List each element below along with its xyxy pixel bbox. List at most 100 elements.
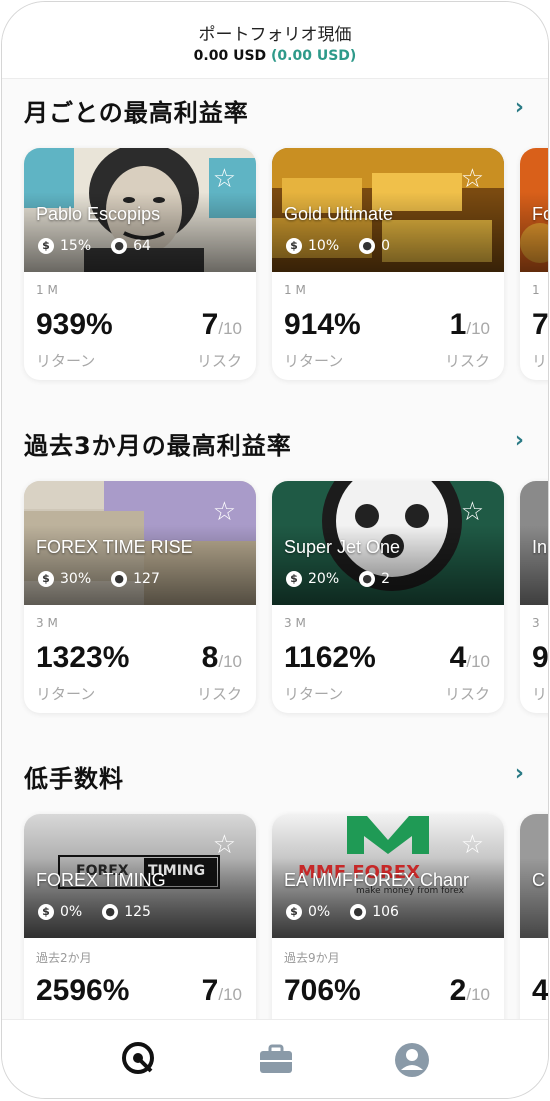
strategy-name: Gold Ultimate	[284, 204, 394, 224]
section-low-fee: 低手数料 › FOREX TIMING ☆ FOREX TIMING $ 0% …	[2, 745, 548, 1020]
fee-percent: 0%	[308, 904, 331, 920]
portfolio-title: ポートフォリオ現価	[198, 25, 352, 45]
strategy-card[interactable]: FOREX TIMING ☆ FOREX TIMING $ 0% ● 125 過…	[24, 814, 256, 1020]
strategy-meta: $ 15% ● 64	[38, 238, 151, 254]
strategy-card[interactable]: ☆ Super Jet One $ 20% ● 2 3 M 1162% リターン…	[272, 481, 504, 713]
strategy-card[interactable]: ☆ Gold Ultimate $ 10% ● 0 1 M 914% リターン …	[272, 148, 504, 380]
strategy-card[interactable]: ☆ FOREX TIME RISE $ 30% ● 127 3 M 1323% …	[24, 481, 256, 713]
strategy-name: Pablo Escopips	[36, 204, 161, 224]
star-outline-icon[interactable]: ☆	[461, 499, 484, 525]
fee-percent: 10%	[308, 238, 340, 254]
return-label: リターン	[284, 685, 344, 703]
user-icon: ●	[111, 238, 128, 254]
strategy-card[interactable]: ☆ Pablo Escopips $ 15% ● 64 1 M 939% リター…	[24, 148, 256, 380]
strategy-card[interactable]: In 3 9 リ	[520, 481, 548, 713]
app-frame: ポートフォリオ現価 0.00 USD (0.00 USD) 月ごとの最高利益率 …	[1, 1, 549, 1099]
return-value: 9	[532, 641, 548, 674]
user-icon: ●	[111, 571, 128, 587]
return-value: 939%	[36, 308, 113, 341]
follower-count: 127	[133, 571, 160, 587]
period-label: 3 M	[36, 616, 58, 630]
period-label: 3 M	[284, 616, 306, 630]
chevron-right-icon[interactable]: ›	[515, 761, 524, 786]
risk-value: 2/10	[449, 974, 490, 1007]
star-outline-icon[interactable]: ☆	[213, 166, 236, 192]
return-value: 706%	[284, 974, 361, 1007]
chevron-right-icon[interactable]: ›	[515, 95, 524, 120]
period-label: 過去9か月	[284, 951, 340, 965]
period-label: 3	[532, 616, 540, 630]
return-value: 1323%	[36, 641, 130, 674]
bottom-navigation	[2, 1019, 548, 1098]
risk-value: 7/10	[201, 308, 242, 341]
fee-percent: 0%	[60, 904, 83, 920]
star-outline-icon[interactable]: ☆	[213, 832, 236, 858]
strategy-list: 月ごとの最高利益率 › ☆ Pablo Escopips $ 15% ● 64 …	[2, 79, 548, 1020]
star-outline-icon[interactable]: ☆	[461, 166, 484, 192]
dollar-icon: $	[286, 571, 302, 587]
risk-label: リスク	[196, 685, 242, 703]
period-label: 1 M	[284, 283, 306, 297]
chevron-right-icon[interactable]: ›	[515, 428, 524, 453]
dollar-icon: $	[286, 904, 302, 920]
discover-icon[interactable]	[120, 1040, 160, 1080]
strategy-name: Super Jet One	[284, 537, 401, 557]
user-icon: ●	[359, 571, 376, 587]
risk-value: 7/10	[201, 974, 242, 1007]
strategy-name: Fo	[532, 204, 548, 224]
section-top-monthly: 月ごとの最高利益率 › ☆ Pablo Escopips $ 15% ● 64 …	[2, 79, 548, 399]
user-icon: ●	[102, 904, 119, 920]
fee-percent: 30%	[60, 571, 92, 587]
follower-count: 64	[133, 238, 151, 254]
follower-count: 0	[381, 238, 391, 254]
dollar-icon: $	[38, 238, 54, 254]
strategy-meta: $ 0% ● 125	[38, 904, 151, 920]
strategy-name: FOREX TIMING	[36, 870, 166, 890]
strategy-meta: $ 10% ● 0	[286, 238, 390, 254]
period-label: 1 M	[36, 283, 58, 297]
strategy-meta: $ 20% ● 2	[286, 571, 390, 587]
strategy-name: In	[532, 537, 548, 557]
user-icon: ●	[350, 904, 367, 920]
risk-label: リスク	[196, 352, 242, 370]
return-value: 914%	[284, 308, 361, 341]
section-title: 月ごとの最高利益率	[24, 99, 249, 127]
return-value: 7	[532, 308, 548, 341]
section-title: 過去3か月の最高利益率	[24, 432, 292, 460]
fee-percent: 15%	[60, 238, 92, 254]
section-title: 低手数料	[24, 765, 124, 793]
strategy-name: FOREX TIME RISE	[36, 537, 193, 557]
return-value: 1162%	[284, 641, 376, 674]
star-outline-icon[interactable]: ☆	[213, 499, 236, 525]
briefcase-icon[interactable]	[256, 1040, 296, 1080]
strategy-card[interactable]: Fo 1 7 リ	[520, 148, 548, 380]
star-outline-icon[interactable]: ☆	[461, 832, 484, 858]
return-label: リ	[532, 352, 548, 370]
risk-value: 4/10	[449, 641, 490, 674]
dollar-icon: $	[38, 904, 54, 920]
strategy-name: C	[532, 870, 545, 890]
portfolio-amount: 0.00 USD	[193, 48, 267, 64]
return-label: リターン	[36, 685, 96, 703]
return-value: 2596%	[36, 974, 130, 1007]
fee-percent: 20%	[308, 571, 340, 587]
risk-value: 8/10	[201, 641, 242, 674]
risk-value: 1/10	[449, 308, 490, 341]
follower-count: 106	[372, 904, 399, 920]
return-label: リターン	[284, 352, 344, 370]
account-icon[interactable]	[392, 1040, 432, 1080]
strategy-card[interactable]: C 4	[520, 814, 548, 1020]
strategy-card[interactable]: MMF FOREX make money from forex ☆ EA MMF…	[272, 814, 504, 1020]
strategy-meta: $ 30% ● 127	[38, 571, 160, 587]
portfolio-change: (0.00 USD)	[271, 48, 357, 64]
strategy-meta: $ 0% ● 106	[286, 904, 399, 920]
dollar-icon: $	[286, 238, 302, 254]
risk-label: リスク	[444, 352, 490, 370]
user-icon: ●	[359, 238, 376, 254]
section-top-3-months: 過去3か月の最高利益率 › ☆ FOREX TIME RISE $ 30% ● …	[2, 412, 548, 732]
follower-count: 125	[124, 904, 151, 920]
return-label: リターン	[36, 352, 96, 370]
period-label: 1	[532, 283, 540, 297]
period-label: 過去2か月	[36, 951, 92, 965]
return-value: 4	[532, 974, 548, 1007]
